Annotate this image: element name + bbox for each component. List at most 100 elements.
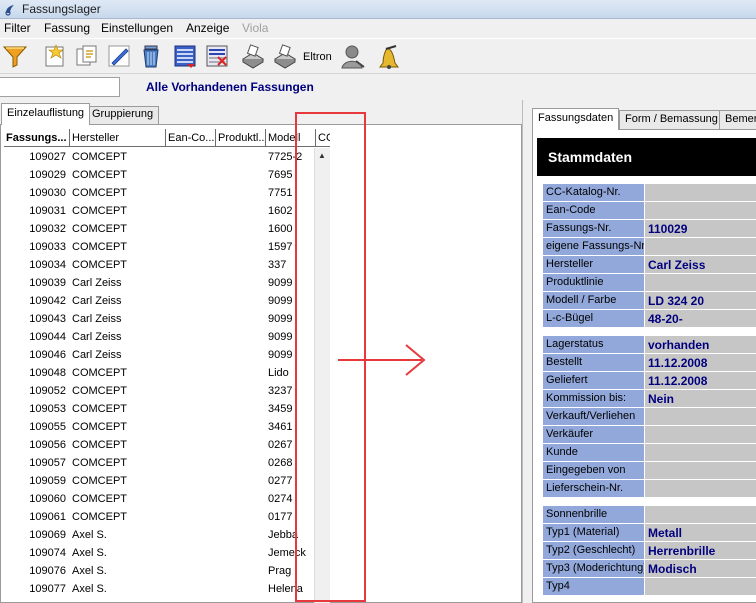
detail-value[interactable] bbox=[645, 462, 756, 479]
detail-row: eigene Fassungs-Nr. bbox=[543, 238, 756, 256]
detail-row: Sonnenbrille bbox=[543, 506, 756, 524]
tab-form-bemassung[interactable]: Form / Bemassung bbox=[619, 110, 724, 129]
detail-value[interactable] bbox=[645, 202, 756, 219]
table-row[interactable]: 109074 Axel S. Jemeck bbox=[4, 544, 314, 562]
menu-anzeige[interactable]: Anzeige bbox=[186, 21, 229, 35]
detail-row: Typ3 (Moderichtung) Modisch bbox=[543, 560, 756, 578]
cell-modell: 1602 bbox=[268, 205, 293, 217]
table-row[interactable]: 109044 Carl Zeiss 9099 bbox=[4, 328, 314, 346]
detail-value[interactable]: 110029 bbox=[645, 220, 756, 237]
col-ean-code[interactable]: Ean-Co... bbox=[166, 129, 216, 147]
table-row[interactable]: 109030 COMCEPT 7751 bbox=[4, 184, 314, 202]
table-row[interactable]: 109032 COMCEPT 1600 bbox=[4, 220, 314, 238]
list-view-icon[interactable] bbox=[170, 41, 200, 71]
col-produktlinie[interactable]: Produktl... bbox=[216, 129, 266, 147]
detail-value[interactable] bbox=[645, 444, 756, 461]
tab-bemerkungen[interactable]: Bemer bbox=[719, 110, 756, 129]
col-fassungsnr[interactable]: Fassungs... bbox=[4, 129, 70, 147]
table-row[interactable]: 109027 COMCEPT 7725-2 bbox=[4, 148, 314, 166]
table-row[interactable]: 109039 Carl Zeiss 9099 bbox=[4, 274, 314, 292]
user-icon[interactable] bbox=[338, 41, 368, 71]
table-row[interactable]: 109053 COMCEPT 3459 bbox=[4, 400, 314, 418]
panel-splitter[interactable] bbox=[522, 100, 528, 603]
table-row[interactable]: 109048 COMCEPT Lido bbox=[4, 364, 314, 382]
table-row[interactable]: 109052 COMCEPT 3237 bbox=[4, 382, 314, 400]
search-input[interactable] bbox=[0, 77, 120, 97]
detail-value[interactable] bbox=[645, 238, 756, 255]
tab-fassungsdaten[interactable]: Fassungsdaten bbox=[532, 108, 620, 130]
table-row[interactable]: 109031 COMCEPT 1602 bbox=[4, 202, 314, 220]
detail-value[interactable]: Nein bbox=[645, 390, 756, 407]
table-row[interactable]: 109061 COMCEPT 0177 bbox=[4, 508, 314, 526]
col-cc[interactable]: CC bbox=[316, 129, 330, 147]
table-row[interactable]: 109042 Carl Zeiss 9099 bbox=[4, 292, 314, 310]
detail-value[interactable]: 11.12.2008 bbox=[645, 354, 756, 371]
detail-value[interactable]: Herrenbrille bbox=[645, 542, 756, 559]
scroll-up-icon[interactable]: ▲ bbox=[318, 151, 326, 160]
menu-einstellungen[interactable]: Einstellungen bbox=[101, 21, 173, 35]
scanner-icon[interactable] bbox=[238, 41, 268, 71]
new-frame-icon[interactable] bbox=[40, 41, 70, 71]
detail-value[interactable] bbox=[645, 426, 756, 443]
filter-funnel-icon[interactable] bbox=[0, 41, 30, 71]
table-row[interactable]: 109033 COMCEPT 1597 bbox=[4, 238, 314, 256]
detail-value[interactable] bbox=[645, 184, 756, 201]
edit-pencil-icon[interactable] bbox=[104, 41, 134, 71]
detail-value[interactable] bbox=[645, 480, 756, 497]
detail-label: Kommission bis: bbox=[543, 390, 644, 407]
copy-frame-icon[interactable] bbox=[72, 41, 102, 71]
table-row[interactable]: 109043 Carl Zeiss 9099 bbox=[4, 310, 314, 328]
detail-value[interactable] bbox=[645, 506, 756, 523]
cell-modell: 0268 bbox=[268, 457, 293, 469]
table-row[interactable]: 109055 COMCEPT 3461 bbox=[4, 418, 314, 436]
table-row[interactable]: 109060 COMCEPT 0274 bbox=[4, 490, 314, 508]
tab-gruppierung[interactable]: Gruppierung bbox=[86, 106, 160, 124]
list-delete-icon[interactable] bbox=[202, 41, 232, 71]
table-row[interactable]: 109029 COMCEPT 7695 bbox=[4, 166, 314, 184]
detail-label: Hersteller bbox=[543, 256, 644, 273]
detail-label: Sonnenbrille bbox=[543, 506, 644, 523]
detail-value[interactable]: Carl Zeiss bbox=[645, 256, 756, 273]
details-header: Stammdaten bbox=[537, 138, 756, 176]
table-row[interactable]: 109034 COMCEPT 337 bbox=[4, 256, 314, 274]
detail-value[interactable] bbox=[645, 274, 756, 291]
detail-label: Bestellt bbox=[543, 354, 644, 371]
tab-einzelauflistung[interactable]: Einzelauflistung bbox=[1, 103, 91, 125]
detail-value[interactable] bbox=[645, 408, 756, 425]
table-row[interactable]: 109059 COMCEPT 0277 bbox=[4, 472, 314, 490]
detail-value[interactable]: LD 324 20 bbox=[645, 292, 756, 309]
menu-fassung[interactable]: Fassung bbox=[44, 21, 90, 35]
trash-bin-icon[interactable] bbox=[136, 41, 166, 71]
menu-filter[interactable]: Filter bbox=[4, 21, 31, 35]
detail-label: CC-Katalog-Nr. bbox=[543, 184, 644, 201]
detail-row: L-c-Bügel 48-20- bbox=[543, 310, 756, 328]
highlight-arrow-icon bbox=[338, 344, 426, 376]
grid-scrollbar[interactable]: ▲ bbox=[314, 148, 330, 603]
cell-hersteller: COMCEPT bbox=[72, 187, 127, 199]
scanner-2-icon[interactable] bbox=[270, 41, 300, 71]
cell-modell: 7751 bbox=[268, 187, 293, 199]
table-row[interactable]: 109057 COMCEPT 0268 bbox=[4, 454, 314, 472]
cell-fassungsnr: 109029 bbox=[29, 169, 66, 181]
table-row[interactable]: 109077 Axel S. Helena bbox=[4, 580, 314, 598]
detail-label: Geliefert bbox=[543, 372, 644, 389]
table-row[interactable]: 109076 Axel S. Prag bbox=[4, 562, 314, 580]
cell-modell: 1600 bbox=[268, 223, 293, 235]
table-row[interactable]: 109056 COMCEPT 0267 bbox=[4, 436, 314, 454]
bell-icon[interactable] bbox=[374, 41, 404, 71]
detail-label: Fassungs-Nr. bbox=[543, 220, 644, 237]
table-row[interactable]: 109069 Axel S. Jebba bbox=[4, 526, 314, 544]
detail-row: CC-Katalog-Nr. bbox=[543, 184, 756, 202]
detail-value[interactable]: 11.12.2008 bbox=[645, 372, 756, 389]
detail-value[interactable] bbox=[645, 578, 756, 595]
detail-row: Eingegeben von bbox=[543, 462, 756, 480]
col-hersteller[interactable]: Hersteller bbox=[70, 129, 166, 147]
detail-value[interactable]: vorhanden bbox=[645, 336, 756, 353]
detail-value[interactable]: Modisch bbox=[645, 560, 756, 577]
table-row[interactable]: 109046 Carl Zeiss 9099 bbox=[4, 346, 314, 364]
eltron-label[interactable]: Eltron bbox=[303, 51, 332, 63]
detail-value[interactable]: Metall bbox=[645, 524, 756, 541]
col-modell[interactable]: Modell bbox=[266, 129, 316, 147]
detail-value[interactable]: 48-20- bbox=[645, 310, 756, 327]
detail-label: Produktlinie bbox=[543, 274, 644, 291]
